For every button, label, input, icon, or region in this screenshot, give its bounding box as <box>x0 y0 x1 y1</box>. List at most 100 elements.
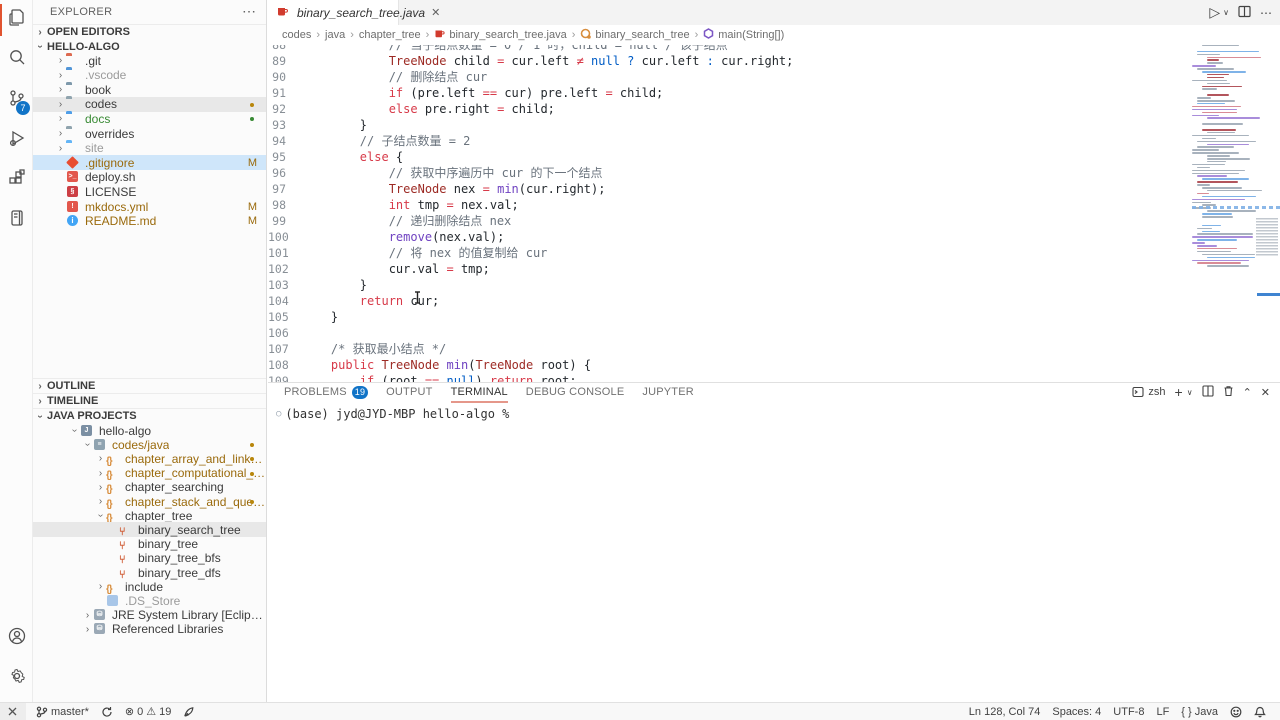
tab-close-icon[interactable]: ✕ <box>431 6 440 19</box>
java-node-binary-tree-bfs[interactable]: ⑂binary_tree_bfs <box>33 551 266 566</box>
notebook-icon <box>7 208 27 233</box>
code-editor[interactable]: 88 // 当子结点数量 = 0 / 1 时，child = null / 该子… <box>268 45 1188 382</box>
git-branch-status[interactable]: master* <box>30 703 95 720</box>
breadcrumb-item-binary-search-tree-java[interactable]: binary_search_tree.java <box>434 28 566 42</box>
panel-tab-debug-console[interactable]: DEBUG CONSOLE <box>526 383 625 401</box>
status-eol[interactable]: LF <box>1150 703 1175 720</box>
code-line-104: 104 return cur; <box>268 293 1188 309</box>
status-language-mode[interactable]: { } Java <box>1175 703 1224 720</box>
notifications-button[interactable] <box>1248 703 1272 720</box>
section-outline[interactable]: › OUTLINE <box>33 378 266 393</box>
java-node-binary-tree[interactable]: ⑂binary_tree <box>33 537 266 552</box>
status-encoding[interactable]: UTF-8 <box>1107 703 1150 720</box>
live-share-button[interactable] <box>177 703 201 720</box>
activitybar-extensions[interactable] <box>0 160 33 200</box>
file-row-overrides[interactable]: ›overrides <box>33 126 266 141</box>
folder-icon <box>66 55 80 67</box>
terminal-prompt: (base) jyd@JYD-MBP hello-algo % <box>285 407 509 421</box>
file-row-site[interactable]: ›site <box>33 141 266 156</box>
java-node-chapter-stack-and-queue[interactable]: ›{ }chapter_stack_and_queue <box>33 494 266 509</box>
file-icon <box>106 595 120 607</box>
minimap-line <box>1192 173 1239 175</box>
chevron-right-icon: › <box>82 624 93 635</box>
feedback-button[interactable] <box>1224 703 1248 720</box>
run-button[interactable]: ▷ <box>1209 4 1220 21</box>
activitybar-source-control[interactable]: 7 <box>0 80 33 120</box>
file-row-codes[interactable]: ›codes <box>33 97 266 112</box>
breadcrumb-item-main-string-[interactable]: main(String[]) <box>703 28 784 42</box>
minimap[interactable] <box>1190 40 1280 382</box>
kill-terminal-icon[interactable] <box>1223 385 1234 400</box>
section-label: JAVA PROJECTS <box>47 410 137 422</box>
panel-tab-problems[interactable]: PROBLEMS19 <box>284 383 368 401</box>
section-timeline[interactable]: › TIMELINE <box>33 393 266 408</box>
breadcrumb-item-codes[interactable]: codes <box>282 29 311 41</box>
java-node-binary-search-tree[interactable]: ⑂binary_search_tree <box>33 522 266 537</box>
section-folder-root[interactable]: › HELLO-ALGO <box>33 39 266 54</box>
java-node-chapter-array-and-linkedlist[interactable]: ›{ }chapter_array_and_linkedlist <box>33 451 266 466</box>
file-row-license[interactable]: §LICENSE <box>33 184 266 199</box>
file-row--git[interactable]: ›.git <box>33 53 266 68</box>
file-row-deploy-sh[interactable]: >_deploy.sh <box>33 170 266 185</box>
file-icon: ≡ <box>93 439 107 451</box>
breadcrumb-label: java <box>325 29 345 41</box>
git-modified-dot <box>250 443 254 447</box>
run-dropdown-icon[interactable]: ∨ <box>1223 8 1229 17</box>
panel-tab-jupyter[interactable]: JUPYTER <box>642 383 694 401</box>
activitybar-accounts[interactable] <box>0 618 33 658</box>
problems-status[interactable]: ⊗ 0 ⚠ 19 <box>119 703 177 720</box>
java-node-codes-java[interactable]: ›≡codes/java <box>33 437 266 452</box>
status-indentation[interactable]: Spaces: 4 <box>1046 703 1107 720</box>
sync-button[interactable] <box>95 703 119 720</box>
breadcrumb-item-java[interactable]: java <box>325 29 345 41</box>
code-line-102: 102 cur.val = tmp; <box>268 261 1188 277</box>
minimap-line <box>1207 57 1261 59</box>
minimap-line <box>1202 213 1232 215</box>
panel-tab-terminal[interactable]: TERMINAL <box>451 383 508 401</box>
panel-tab-output[interactable]: OUTPUT <box>386 383 432 401</box>
file-row-docs[interactable]: ›docs <box>33 111 266 126</box>
file-label: codes <box>85 97 117 111</box>
activitybar-run-and-debug[interactable] <box>0 120 33 160</box>
more-actions-icon[interactable]: ⋯ <box>1260 6 1272 20</box>
java-node-hello-algo[interactable]: ›Jhello-algo <box>33 423 266 438</box>
file-row--vscode[interactable]: ›.vscode <box>33 68 266 83</box>
file-row-readme-md[interactable]: iREADME.mdM <box>33 214 266 229</box>
terminal-content[interactable]: ○ (base) jyd@JYD-MBP hello-algo % <box>276 407 509 421</box>
terminal-dropdown-icon[interactable]: ∨ <box>1187 388 1193 397</box>
file-row--gitignore[interactable]: .gitignoreM <box>33 155 266 170</box>
remote-indicator[interactable] <box>0 703 26 720</box>
java-node-include[interactable]: ›{ }include <box>33 579 266 594</box>
close-panel-icon[interactable]: ✕ <box>1261 386 1270 399</box>
new-terminal-icon[interactable]: + <box>1175 384 1183 400</box>
java-node-chapter-searching[interactable]: ›{ }chapter_searching <box>33 480 266 495</box>
java-node-chapter-computational-complexity[interactable]: ›{ }chapter_computational_complexity <box>33 466 266 481</box>
shell-selector[interactable]: zsh <box>1132 386 1165 398</box>
activitybar-search[interactable] <box>0 40 33 80</box>
status-cursor-position[interactable]: Ln 128, Col 74 <box>963 703 1047 720</box>
breadcrumb-item-chapter-tree[interactable]: chapter_tree <box>359 29 421 41</box>
java-node--ds-store[interactable]: .DS_Store <box>33 593 266 608</box>
line-number: 107 <box>268 341 302 357</box>
section-java-projects[interactable]: › JAVA PROJECTS <box>33 408 266 423</box>
java-node-referenced-libraries[interactable]: ›⛁Referenced Libraries <box>33 622 266 637</box>
java-node-chapter-tree[interactable]: ›{ }chapter_tree <box>33 508 266 523</box>
file-row-book[interactable]: ›book <box>33 82 266 97</box>
maximize-panel-icon[interactable]: ⌃ <box>1243 386 1252 399</box>
file-row-mkdocs-yml[interactable]: !mkdocs.ymlM <box>33 199 266 214</box>
more-actions-icon[interactable]: ⋯ <box>242 0 256 24</box>
split-terminal-icon[interactable] <box>1202 385 1214 400</box>
chevron-right-icon: › <box>95 453 106 464</box>
activitybar-notebook[interactable] <box>0 200 33 240</box>
code-line-103: 103 } <box>268 277 1188 293</box>
java-node-jre-system-library-eclipse-temurin-17-17-[interactable]: ›⛁JRE System Library [Eclipse Temurin 17… <box>33 608 266 623</box>
activitybar-explorer[interactable] <box>0 0 33 40</box>
split-editor-icon[interactable] <box>1238 5 1251 21</box>
section-open-editors[interactable]: › OPEN EDITORS <box>33 24 266 39</box>
java-node-binary-tree-dfs[interactable]: ⑂binary_tree_dfs <box>33 565 266 580</box>
symbol-method-icon <box>703 28 714 42</box>
activitybar-settings[interactable] <box>0 658 33 698</box>
breadcrumb-item-binary-search-tree[interactable]: binary_search_tree <box>580 28 689 42</box>
shell-label: zsh <box>1148 386 1165 398</box>
tab-binary-search-tree[interactable]: binary_search_tree.java ✕ <box>268 0 399 25</box>
